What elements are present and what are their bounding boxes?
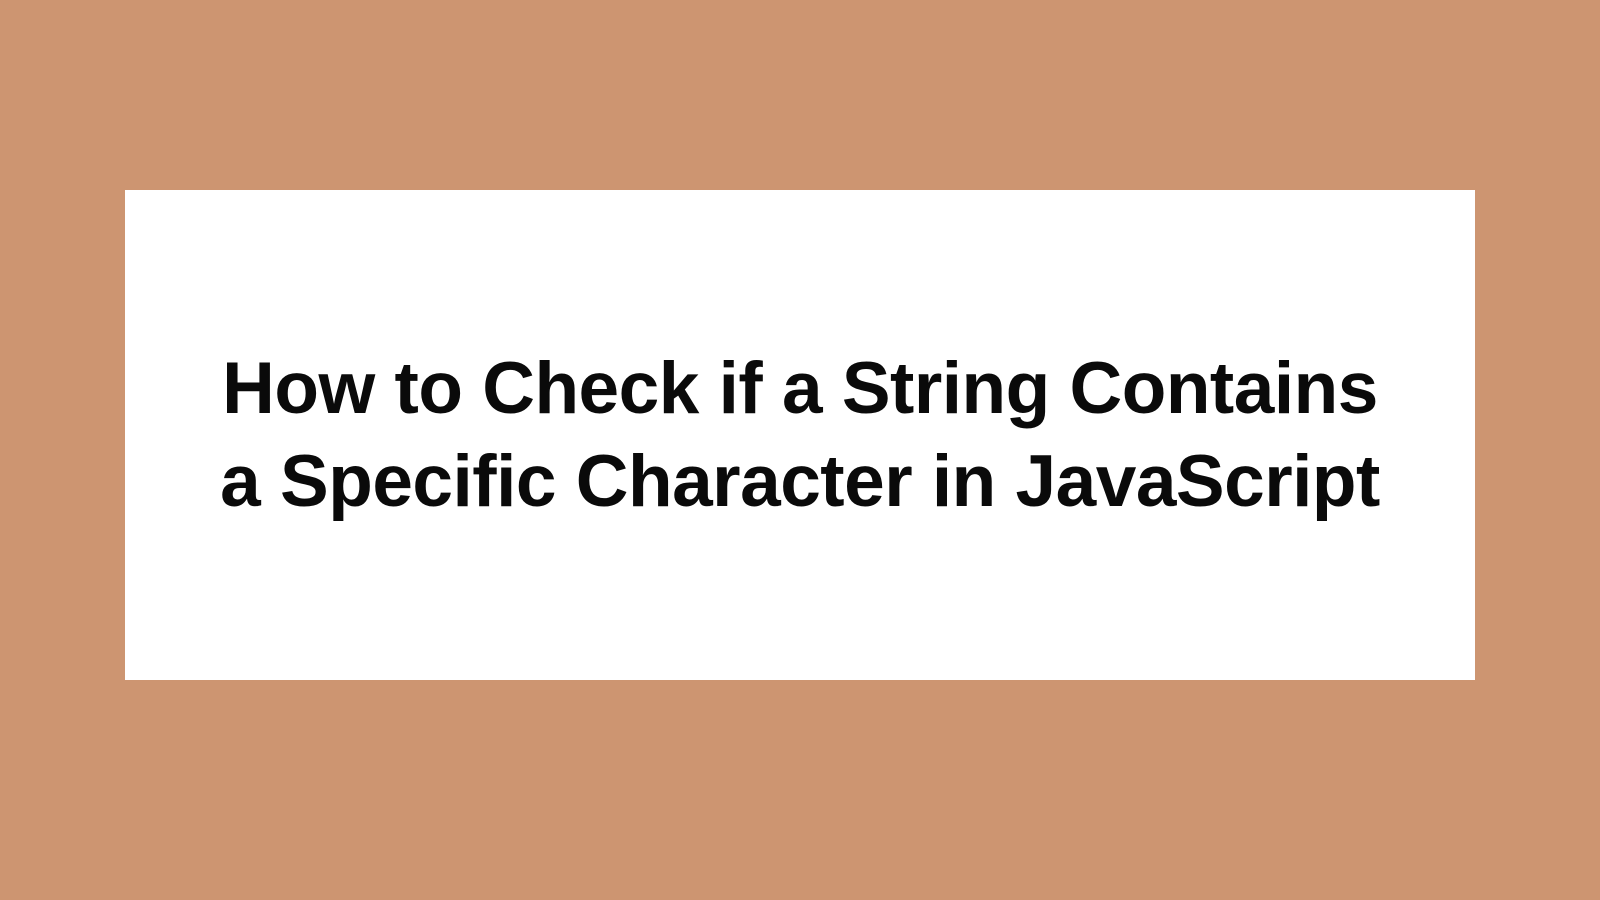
page-title: How to Check if a String Contains a Spec… [205,342,1395,529]
content-card: How to Check if a String Contains a Spec… [125,190,1475,680]
